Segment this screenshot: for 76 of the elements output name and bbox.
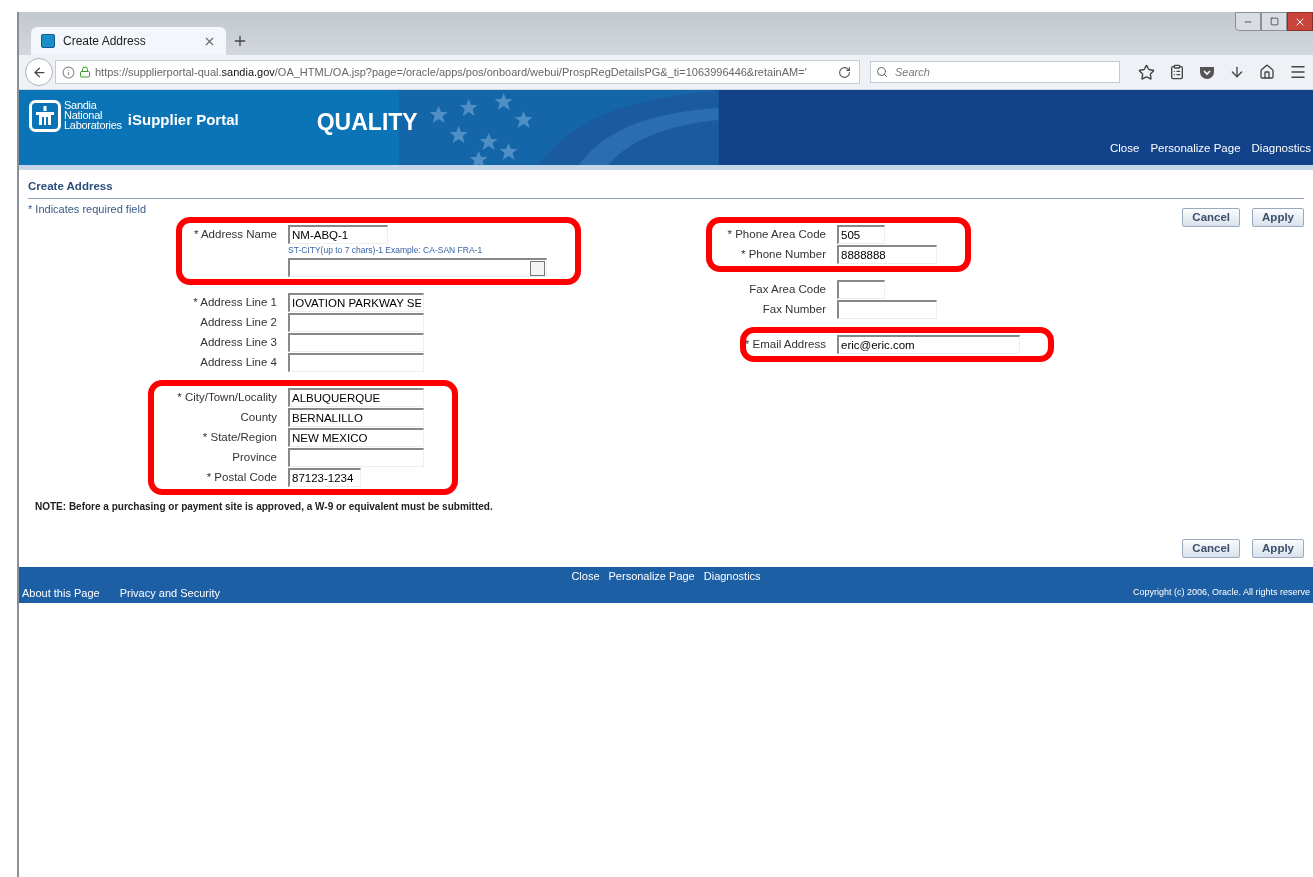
note-text: NOTE: Before a purchasing or payment site is approved, a W-9 or equivalent must be submitted. xyxy=(35,500,494,514)
field-label: * Phone Area Code xyxy=(727,227,826,242)
header-link[interactable]: Personalize Page xyxy=(1150,139,1241,157)
footer-link[interactable]: Diagnostics xyxy=(703,568,761,585)
close-button[interactable] xyxy=(1287,12,1313,31)
form-button[interactable]: Cancel xyxy=(1182,208,1241,227)
search-icon xyxy=(876,66,888,78)
field-label: Fax Number xyxy=(762,302,826,317)
field-label: * Postal Code xyxy=(206,470,277,485)
info-icon xyxy=(62,65,75,79)
text-field[interactable]: 87123-1234 xyxy=(288,468,361,487)
field-label: * State/Region xyxy=(202,430,277,445)
logo-text: National xyxy=(64,110,104,120)
bookmark-star-icon[interactable] xyxy=(1138,63,1155,81)
header-link[interactable]: Diagnostics xyxy=(1251,139,1311,157)
logo-text: Sandia xyxy=(64,100,98,110)
home-icon[interactable] xyxy=(1259,64,1275,80)
url-field[interactable]: https://supplierportal-qual.sandia.gov/OA_HTML/OA.jsp?page=/oracle/apps/pos/onboard/webui/ProspRegDetailsPG&_ti=1063996446&retainAM=' xyxy=(55,60,860,84)
text-field[interactable]: IOVATION PARKWAY SE xyxy=(288,293,424,312)
maximize-icon xyxy=(1269,17,1279,26)
footer-link[interactable]: Close xyxy=(571,568,600,585)
field-label: Address Line 3 xyxy=(200,335,277,350)
header-link[interactable]: Close xyxy=(1110,139,1140,157)
footer-link[interactable]: Personalize Page xyxy=(608,568,695,585)
form-button[interactable]: Cancel xyxy=(1182,539,1241,558)
required-note: * Indicates required field xyxy=(28,202,146,217)
field-label: * Phone Number xyxy=(740,247,826,262)
lookup-icon[interactable] xyxy=(530,260,545,276)
field-hint: ST-CITY(up to 7 chars)-1 Example: CA-SAN FRA-1 xyxy=(288,244,483,257)
text-field[interactable] xyxy=(288,333,424,352)
footer-link[interactable]: About this Page xyxy=(22,584,100,601)
environment-label: QUALITY xyxy=(316,108,418,137)
page-title: Create Address xyxy=(28,180,113,192)
lock-icon xyxy=(79,66,91,78)
text-field[interactable]: 8888888 xyxy=(837,245,937,264)
search-field[interactable]: Search xyxy=(870,61,1120,83)
url-text: https://supplierportal-qual.sandia.gov/OA_HTML/OA.jsp?page=/oracle/apps/pos/onboard/webui/ProspRegDetailsPG&_ti=1063996446&retainAM=' xyxy=(95,64,808,80)
text-field[interactable] xyxy=(837,300,937,319)
text-field[interactable] xyxy=(288,448,424,467)
text-field[interactable]: 505 xyxy=(837,225,885,244)
back-button[interactable] xyxy=(25,58,53,86)
site-icon xyxy=(41,34,55,48)
text-field[interactable]: NM-ABQ-1 xyxy=(288,225,388,244)
text-field[interactable] xyxy=(288,313,424,332)
text-field[interactable] xyxy=(837,280,885,299)
logo-icon xyxy=(29,100,61,132)
field-label: * City/Town/Locality xyxy=(177,390,277,405)
field-label: Fax Area Code xyxy=(749,282,826,297)
copyright-text: Copyright (c) 2006, Oracle. All rights reserve xyxy=(1132,586,1310,599)
field-label: Address Line 2 xyxy=(200,315,277,330)
footer-link[interactable]: Privacy and Security xyxy=(119,584,220,601)
new-tab-icon[interactable] xyxy=(232,33,248,49)
field-label: Address Line 4 xyxy=(200,355,277,370)
logo-text: Laboratories xyxy=(64,120,122,130)
download-icon[interactable] xyxy=(1229,64,1245,80)
browser-tab[interactable]: Create Address xyxy=(31,27,226,55)
field-label: * Address Line 1 xyxy=(193,295,277,310)
menu-icon[interactable] xyxy=(1289,63,1307,81)
app-name: iSupplier Portal xyxy=(127,110,239,130)
reload-icon[interactable] xyxy=(838,65,851,79)
text-field[interactable] xyxy=(288,353,424,372)
field-label: County xyxy=(240,410,277,425)
text-field[interactable]: ALBUQUERQUE xyxy=(288,388,424,407)
field-label: * Address Name xyxy=(193,227,277,242)
field-label: Province xyxy=(232,450,277,465)
tab-title: Create Address xyxy=(63,33,147,50)
pocket-icon[interactable] xyxy=(1199,64,1215,80)
lookup-field[interactable] xyxy=(288,258,547,277)
text-field[interactable]: NEW MEXICO xyxy=(288,428,424,447)
form-button[interactable]: Apply xyxy=(1252,539,1304,558)
form-button[interactable]: Apply xyxy=(1252,208,1304,227)
reading-list-icon[interactable] xyxy=(1169,64,1185,80)
text-field[interactable]: eric@eric.com xyxy=(837,335,1020,354)
field-label: * Email Address xyxy=(744,337,826,352)
text-field[interactable]: BERNALILLO xyxy=(288,408,424,427)
minimize-button[interactable] xyxy=(1235,12,1261,31)
